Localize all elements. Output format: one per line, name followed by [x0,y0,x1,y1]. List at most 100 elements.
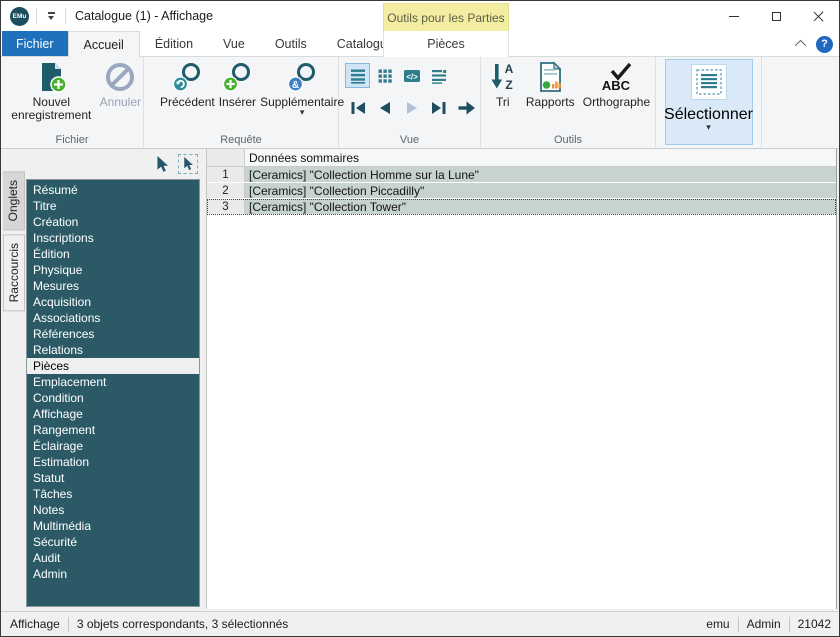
tab-raccourcis[interactable]: Raccourcis [3,234,25,311]
insert-query-button[interactable]: Insérer [219,61,256,109]
tab-fichier[interactable]: Fichier [2,31,68,56]
contextual-tab-group-header: Outils pour les Parties [383,3,509,31]
sidebar-item-taches[interactable]: Tâches [27,486,199,502]
sidebar-item-admin[interactable]: Admin [27,566,199,582]
record-navigation-buttons [345,95,478,120]
sidebar-item-condition[interactable]: Condition [27,390,199,406]
ribbon-group-outils: A Z Tri Rapports ABC [481,57,656,148]
tab-vue[interactable]: Vue [208,31,260,56]
group-label-outils: Outils [481,134,655,146]
tab-onglets[interactable]: Onglets [3,171,25,230]
search-insert-icon [221,61,253,93]
sidebar-item-inscriptions[interactable]: Inscriptions [27,230,199,246]
app-logo-icon[interactable]: EMu [10,7,29,26]
previous-query-button[interactable]: Précédent [160,61,215,109]
sidebar-item-associations[interactable]: Associations [27,310,199,326]
quick-access-dropdown-icon[interactable] [44,10,58,22]
ribbon-tools: ? [798,31,833,57]
table-header-row: Données sommaires [207,149,836,167]
maximize-button[interactable] [755,1,797,31]
table-row[interactable]: 3 [Ceramics] "Collection Tower" [207,199,836,215]
sidebar-item-acquisition[interactable]: Acquisition [27,294,199,310]
sidebar-item-multimedia[interactable]: Multimédia [27,518,199,534]
new-record-button[interactable]: Nouvel enregistrement [5,61,98,122]
code-view-icon: </> [403,67,421,85]
spellcheck-button[interactable]: ABC Orthographe [578,61,655,109]
sidebar-item-references[interactable]: Références [27,326,199,342]
spellcheck-icon: ABC [596,61,636,93]
sidebar-item-eclairage[interactable]: Éclairage [27,438,199,454]
sidebar-item-relations[interactable]: Relations [27,342,199,358]
divider [789,617,790,632]
record-summary[interactable]: [Ceramics] "Collection Tower" [245,199,836,214]
sidebar-item-creation[interactable]: Création [27,214,199,230]
sort-button[interactable]: A Z Tri [483,61,523,109]
collapse-ribbon-icon[interactable] [795,40,806,51]
tab-pieces[interactable]: Pièces [383,31,509,57]
group-label-requete: Requête [144,134,338,146]
group-label-fichier: Fichier [1,134,143,146]
sidebar-item-edition[interactable]: Édition [27,246,199,262]
sidebar-item-resume[interactable]: Résumé [27,182,199,198]
table-row[interactable]: 2 [Ceramics] "Collection Piccadilly" [207,183,836,199]
status-bar: Affichage 3 objets correspondants, 3 sél… [1,611,839,636]
records-table: Données sommaires 1 [Ceramics] "Collecti… [206,149,837,609]
summary-column-header[interactable]: Données sommaires [245,149,836,166]
close-icon [813,11,824,22]
reports-button[interactable]: Rapports [523,61,578,109]
select-button[interactable]: Sélectionner ▾ [665,59,753,145]
record-summary[interactable]: [Ceramics] "Collection Piccadilly" [245,183,836,198]
dropdown-caret-icon: ▾ [706,124,711,131]
code-view-button[interactable]: </> [399,63,424,88]
grid-view-button[interactable] [372,63,397,88]
main-content: Onglets Raccourcis Résumé Titre Création… [1,149,839,611]
sidebar-item-affichage[interactable]: Affichage [27,406,199,422]
title-bar: EMu Catalogue (1) - Affichage Outils pou… [1,1,839,31]
record-summary[interactable]: [Ceramics] "Collection Homme sur la Lune… [245,167,836,182]
goto-record-button[interactable] [453,95,478,120]
sidebar-item-statut[interactable]: Statut [27,470,199,486]
sidebar-item-titre[interactable]: Titre [27,198,199,214]
table-row[interactable]: 1 [Ceramics] "Collection Homme sur la Lu… [207,167,836,183]
detail-view-button[interactable] [426,63,451,88]
sidebar-item-audit[interactable]: Audit [27,550,199,566]
help-icon[interactable]: ? [816,36,833,53]
sidebar-item-notes[interactable]: Notes [27,502,199,518]
supplementary-query-button[interactable]: & Supplémentaire ▾ [260,61,344,116]
previous-record-icon [375,98,395,118]
sidebar-item-rangement[interactable]: Rangement [27,422,199,438]
tab-outils[interactable]: Outils [260,31,322,56]
first-record-icon [348,98,368,118]
svg-text:Z: Z [505,78,512,92]
sidebar-item-estimation[interactable]: Estimation [27,454,199,470]
sidebar-item-mesures[interactable]: Mesures [27,278,199,294]
status-user: Admin [747,617,781,631]
divider [36,8,37,24]
divider [68,617,69,632]
list-view-button[interactable] [345,63,370,88]
sidebar-item-physique[interactable]: Physique [27,262,199,278]
first-record-button[interactable] [345,95,370,120]
status-summary: 3 objets correspondants, 3 sélectionnés [77,617,288,631]
reports-icon [535,61,565,93]
tab-accueil[interactable]: Accueil [68,31,140,57]
pointer-icon[interactable] [154,156,170,173]
ribbon: Nouvel enregistrement Annuler Fichier [1,57,839,149]
select-pointer-icon[interactable] [178,154,198,174]
window-title: Catalogue (1) - Affichage [75,9,213,23]
cancel-icon [104,61,136,93]
minimize-button[interactable] [713,1,755,31]
tab-edition[interactable]: Édition [140,31,208,56]
last-record-button[interactable] [426,95,451,120]
sidebar-item-emplacement[interactable]: Emplacement [27,374,199,390]
cancel-button: Annuler [98,61,143,109]
previous-record-button[interactable] [372,95,397,120]
svg-text:</>: </> [406,72,418,81]
ribbon-group-requete: Précédent Insérer & Su [144,57,339,148]
detail-view-icon [430,67,448,85]
left-pane: Onglets Raccourcis Résumé Titre Création… [1,149,206,611]
sidebar-item-securite[interactable]: Sécurité [27,534,199,550]
divider [65,8,66,24]
sidebar-item-pieces[interactable]: Pièces [27,358,199,374]
close-button[interactable] [797,1,839,31]
